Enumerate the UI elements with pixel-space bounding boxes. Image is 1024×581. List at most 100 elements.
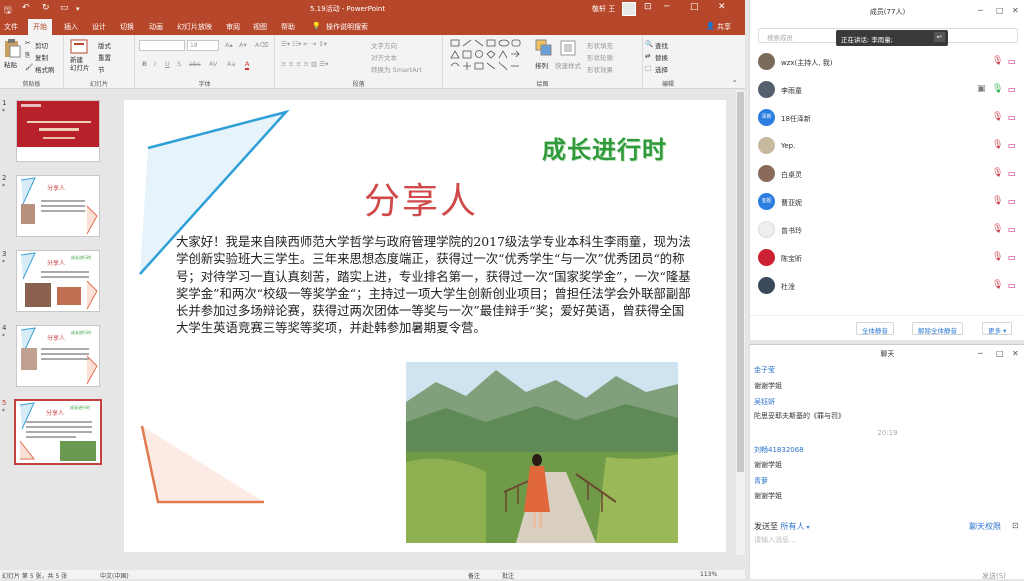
- send-button[interactable]: 发送(S): [982, 571, 1006, 581]
- underline-button[interactable]: U: [165, 60, 170, 68]
- font-size-combo[interactable]: 18: [187, 40, 219, 51]
- bold-button[interactable]: B: [142, 60, 147, 68]
- comments-button[interactable]: 批注: [502, 571, 514, 579]
- share-button[interactable]: 共享: [717, 22, 731, 32]
- slide-thumb-2[interactable]: 分享人: [16, 175, 100, 237]
- close-button[interactable]: ✕: [718, 2, 726, 12]
- chat-settings-icon[interactable]: ⊡: [1012, 521, 1019, 530]
- mic-muted-icon[interactable]: 🎙: [992, 196, 1003, 206]
- send-to-target[interactable]: 所有人: [781, 522, 805, 531]
- align-text-button[interactable]: 对齐文本: [371, 52, 397, 62]
- slide-thumb-4[interactable]: 成长进行时 分享人: [16, 325, 100, 387]
- user-avatar[interactable]: [622, 2, 636, 16]
- member-row[interactable]: 泽新 18任泽新 🎙 ▭: [750, 104, 1024, 132]
- tab-design[interactable]: 设计: [92, 22, 106, 32]
- mic-muted-icon[interactable]: 🎙: [992, 140, 1003, 150]
- quick-styles-button[interactable]: 快速样式: [555, 60, 581, 70]
- language-status[interactable]: 中文(中国): [100, 571, 129, 579]
- slide-canvas[interactable]: 成长进行时 分享人 大家好！我是来自陕西师范大学哲学与政府管理学院的2017级法…: [124, 100, 726, 552]
- reset-button[interactable]: 重置: [98, 52, 111, 62]
- select-icon[interactable]: ⬚: [645, 64, 651, 72]
- mic-muted-icon[interactable]: 🎙: [992, 224, 1003, 234]
- member-row[interactable]: 白桌灵 🎙 ▭: [750, 160, 1024, 188]
- collapse-ribbon-icon[interactable]: ⌃: [732, 79, 737, 87]
- chat-sender[interactable]: 吴钰妍: [754, 397, 775, 407]
- cut-button[interactable]: 剪切: [35, 40, 48, 50]
- back-icon[interactable]: ↩: [933, 32, 945, 42]
- paste-icon[interactable]: [3, 38, 21, 58]
- arrange-icon[interactable]: [535, 39, 553, 57]
- camera-off-icon[interactable]: ▭: [1008, 113, 1016, 122]
- find-button[interactable]: 查找: [655, 40, 668, 50]
- chat-permission-button[interactable]: 聊天权限: [969, 521, 1001, 532]
- maximize-button[interactable]: □: [996, 349, 1004, 358]
- replace-icon[interactable]: ⇄: [645, 52, 650, 60]
- camera-off-icon[interactable]: ▭: [1008, 253, 1016, 262]
- shrink-font-icon[interactable]: A▾: [239, 41, 247, 49]
- arrange-button[interactable]: 排列: [535, 60, 548, 70]
- mic-muted-icon[interactable]: 🎙: [992, 168, 1003, 178]
- member-row[interactable]: 陈宝昕 🎙 ▭: [750, 244, 1024, 272]
- font-color-button[interactable]: A: [245, 60, 250, 70]
- maximize-button[interactable]: □: [690, 2, 699, 12]
- chat-sender[interactable]: 金子莹: [754, 365, 775, 375]
- notes-button[interactable]: 备注: [468, 571, 480, 579]
- slide-vertical-scrollbar[interactable]: [736, 90, 745, 555]
- mic-muted-icon[interactable]: 🎙: [992, 56, 1003, 66]
- layout-button[interactable]: 版式: [98, 40, 111, 50]
- close-button[interactable]: ✕: [1012, 349, 1019, 358]
- screen-share-icon[interactable]: ▣: [977, 84, 986, 94]
- tell-me-search[interactable]: 操作说明搜索: [326, 22, 368, 32]
- chat-sender[interactable]: 青萝: [754, 476, 768, 486]
- paste-button[interactable]: 粘贴: [4, 59, 17, 69]
- slide-thumb-1[interactable]: [16, 100, 100, 162]
- find-icon[interactable]: 🔍: [645, 40, 653, 48]
- slide-thumb-3[interactable]: 成长进行时 分享人: [16, 250, 100, 312]
- shape-outline-button[interactable]: 形状轮廓: [587, 52, 613, 62]
- shadow-button[interactable]: S: [177, 60, 181, 68]
- maximize-button[interactable]: □: [996, 6, 1004, 15]
- replace-button[interactable]: 替换: [655, 52, 668, 62]
- shape-fill-button[interactable]: 形状填充: [587, 40, 613, 50]
- share-icon[interactable]: 👤: [706, 22, 715, 30]
- new-slide-icon[interactable]: [70, 39, 88, 54]
- chat-sender[interactable]: 刘畅41832068: [754, 445, 804, 455]
- camera-off-icon[interactable]: ▭: [1008, 169, 1016, 178]
- member-row[interactable]: Yep. 🎙 ▭: [750, 132, 1024, 160]
- minimize-button[interactable]: ─: [664, 2, 669, 12]
- zoom-level[interactable]: 113%: [700, 571, 717, 578]
- copy-button[interactable]: 复制: [35, 52, 48, 62]
- mic-active-icon[interactable]: 🎙: [992, 84, 1003, 94]
- camera-off-icon[interactable]: ▭: [1008, 141, 1016, 150]
- bullets-icon[interactable]: ☰▾ ☷▾ ⇤ ⇥ ↕▾: [281, 40, 327, 48]
- redo-icon[interactable]: ↻: [42, 3, 50, 13]
- camera-off-icon[interactable]: ▭: [1008, 197, 1016, 206]
- font-name-combo[interactable]: [139, 40, 185, 51]
- unmute-all-button[interactable]: 解除全体静音: [912, 322, 963, 335]
- tab-home[interactable]: 开始: [28, 19, 52, 35]
- tab-file[interactable]: 文件: [4, 22, 18, 32]
- quick-styles-icon[interactable]: [559, 39, 577, 57]
- align-icons[interactable]: ≡ ≡ ≡ ≡ ▥ ☰▾: [281, 60, 328, 68]
- member-row[interactable]: wzx(主持人, 我) 🎙 ▭: [750, 48, 1024, 76]
- copy-icon[interactable]: ⎘: [25, 51, 30, 60]
- text-direction-button[interactable]: 文字方向: [371, 40, 397, 50]
- camera-off-icon[interactable]: ▭: [1008, 57, 1016, 66]
- tab-help[interactable]: 帮助: [281, 22, 295, 32]
- tab-animations[interactable]: 动画: [149, 22, 163, 32]
- slide-photo[interactable]: [406, 362, 678, 543]
- slide-title[interactable]: 分享人: [364, 172, 478, 224]
- camera-off-icon[interactable]: ▭: [1008, 85, 1016, 94]
- member-row[interactable]: 杜淦 🎙 ▭: [750, 272, 1024, 300]
- minimize-button[interactable]: ─: [978, 349, 983, 358]
- section-button[interactable]: 节: [98, 64, 105, 74]
- member-row[interactable]: 李雨童 ▣ 🎙 ▭: [750, 76, 1024, 104]
- char-spacing-button[interactable]: AV: [209, 60, 217, 68]
- tab-review[interactable]: 审阅: [226, 22, 240, 32]
- ribbon-display-icon[interactable]: ⊡: [644, 2, 652, 12]
- tab-slideshow[interactable]: 幻灯片放映: [177, 22, 212, 32]
- new-slide-button[interactable]: 新建 幻灯片: [70, 56, 90, 72]
- close-button[interactable]: ✕: [1012, 6, 1019, 15]
- grow-font-icon[interactable]: A▴: [225, 41, 233, 49]
- mic-muted-icon[interactable]: 🎙: [992, 280, 1003, 290]
